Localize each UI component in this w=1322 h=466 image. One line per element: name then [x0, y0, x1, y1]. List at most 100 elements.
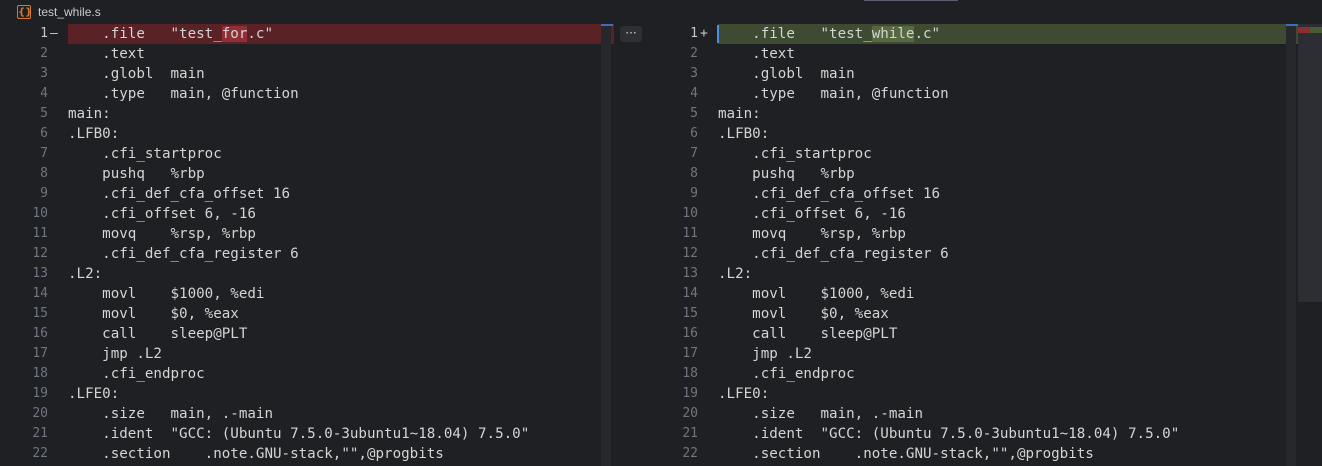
code-text[interactable]: call sleep@PLT: [68, 324, 614, 344]
code-text[interactable]: jmp .L2: [68, 344, 614, 364]
code-line[interactable]: 14 movl $1000, %edi: [0, 284, 614, 304]
file-name[interactable]: test_while.s: [38, 5, 101, 19]
code-text[interactable]: .ident "GCC: (Ubuntu 7.5.0-3ubuntu1~18.0…: [68, 424, 614, 444]
code-text[interactable]: .L2:: [68, 264, 614, 284]
code-text[interactable]: .cfi_def_cfa_offset 16: [68, 184, 614, 204]
code-text[interactable]: .size main, .-main: [718, 404, 1298, 424]
code-text[interactable]: .cfi_def_cfa_offset 16: [718, 184, 1298, 204]
code-text[interactable]: .type main, @function: [68, 84, 614, 104]
code-line[interactable]: 20 .size main, .-main: [650, 404, 1298, 424]
code-text[interactable]: movl $1000, %edi: [718, 284, 1298, 304]
code-line[interactable]: 14 movl $1000, %edi: [650, 284, 1298, 304]
overview-addition-marker: [1310, 27, 1322, 33]
code-text[interactable]: .globl main: [68, 64, 614, 84]
code-text[interactable]: .section .note.GNU-stack,"",@progbits: [718, 444, 1298, 464]
code-line[interactable]: 12 .cfi_def_cfa_register 6: [0, 244, 614, 264]
code-text[interactable]: .file "test_while.c": [718, 24, 1298, 44]
code-text[interactable]: .file "test_for.c": [68, 24, 614, 44]
code-line[interactable]: 19 .LFE0:: [650, 384, 1298, 404]
code-text[interactable]: .section .note.GNU-stack,"",@progbits: [68, 444, 614, 464]
code-line[interactable]: 3 .globl main: [650, 64, 1298, 84]
code-line[interactable]: 4 .type main, @function: [0, 84, 614, 104]
code-text[interactable]: main:: [68, 104, 614, 124]
code-line[interactable]: 7 .cfi_startproc: [0, 144, 614, 164]
code-text[interactable]: .LFB0:: [68, 124, 614, 144]
code-text[interactable]: .LFE0:: [718, 384, 1298, 404]
code-text[interactable]: .LFE0:: [68, 384, 614, 404]
code-line[interactable]: 8 pushq %rbp: [0, 164, 614, 184]
code-line[interactable]: 7 .cfi_startproc: [650, 144, 1298, 164]
code-text[interactable]: .L2:: [718, 264, 1298, 284]
code-line[interactable]: 5 main:: [650, 104, 1298, 124]
code-text[interactable]: pushq %rbp: [68, 164, 614, 184]
code-text[interactable]: .LFB0:: [718, 124, 1298, 144]
code-line[interactable]: 6 .LFB0:: [650, 124, 1298, 144]
code-line[interactable]: 3 .globl main: [0, 64, 614, 84]
code-line[interactable]: 9 .cfi_def_cfa_offset 16: [650, 184, 1298, 204]
code-line[interactable]: 5 main:: [0, 104, 614, 124]
code-line[interactable]: 11 movq %rsp, %rbp: [650, 224, 1298, 244]
code-line[interactable]: 1— .file "test_for.c": [0, 24, 614, 44]
line-number: 12: [682, 246, 698, 261]
code-line[interactable]: 13 .L2:: [650, 264, 1298, 284]
code-line[interactable]: 22 .section .note.GNU-stack,"",@progbits: [0, 444, 614, 464]
code-line[interactable]: 6 .LFB0:: [0, 124, 614, 144]
code-text[interactable]: .cfi_offset 6, -16: [718, 204, 1298, 224]
addition-marker: +: [700, 26, 708, 41]
code-text[interactable]: main:: [718, 104, 1298, 124]
code-text[interactable]: .cfi_def_cfa_register 6: [68, 244, 614, 264]
code-line[interactable]: 8 pushq %rbp: [650, 164, 1298, 184]
code-text[interactable]: .ident "GCC: (Ubuntu 7.5.0-3ubuntu1~18.0…: [718, 424, 1298, 444]
code-text[interactable]: movl $1000, %edi: [68, 284, 614, 304]
code-text[interactable]: movq %rsp, %rbp: [68, 224, 614, 244]
code-line[interactable]: 2 .text: [0, 44, 614, 64]
code-text[interactable]: .cfi_endproc: [68, 364, 614, 384]
code-line[interactable]: 17 jmp .L2: [0, 344, 614, 364]
code-line[interactable]: 13 .L2:: [0, 264, 614, 284]
more-actions-button[interactable]: ···: [620, 26, 642, 42]
code-line[interactable]: 10 .cfi_offset 6, -16: [0, 204, 614, 224]
code-line[interactable]: 18 .cfi_endproc: [0, 364, 614, 384]
original-scrollbar[interactable]: [601, 24, 613, 466]
code-line[interactable]: 9 .cfi_def_cfa_offset 16: [0, 184, 614, 204]
code-line[interactable]: 21 .ident "GCC: (Ubuntu 7.5.0-3ubuntu1~1…: [650, 424, 1298, 444]
code-line[interactable]: 20 .size main, .-main: [0, 404, 614, 424]
code-text[interactable]: call sleep@PLT: [718, 324, 1298, 344]
code-text[interactable]: .text: [718, 44, 1298, 64]
modified-scrollbar[interactable]: [1286, 24, 1298, 466]
code-line[interactable]: 10 .cfi_offset 6, -16: [650, 204, 1298, 224]
code-text[interactable]: .text: [68, 44, 614, 64]
code-line[interactable]: 12 .cfi_def_cfa_register 6: [650, 244, 1298, 264]
code-line[interactable]: 16 call sleep@PLT: [0, 324, 614, 344]
code-text[interactable]: .cfi_def_cfa_register 6: [718, 244, 1298, 264]
code-line[interactable]: 17 jmp .L2: [650, 344, 1298, 364]
diff-overview-ruler[interactable]: [1298, 24, 1322, 302]
code-text[interactable]: pushq %rbp: [718, 164, 1298, 184]
code-text[interactable]: jmp .L2: [718, 344, 1298, 364]
code-text[interactable]: .cfi_offset 6, -16: [68, 204, 614, 224]
code-line[interactable]: 2 .text: [650, 44, 1298, 64]
code-line[interactable]: 4 .type main, @function: [650, 84, 1298, 104]
code-text[interactable]: movl $0, %eax: [718, 304, 1298, 324]
line-number: 13: [32, 266, 48, 281]
code-text[interactable]: .cfi_startproc: [718, 144, 1298, 164]
code-text[interactable]: movl $0, %eax: [68, 304, 614, 324]
code-line[interactable]: 22 .section .note.GNU-stack,"",@progbits: [650, 444, 1298, 464]
modified-pane[interactable]: 1 + .file "test_while.c" 2 .text 3 .globl m…: [650, 24, 1298, 466]
code-line[interactable]: 18 .cfi_endproc: [650, 364, 1298, 384]
code-text[interactable]: .cfi_endproc: [718, 364, 1298, 384]
code-line[interactable]: 19 .LFE0:: [0, 384, 614, 404]
code-line[interactable]: 16 call sleep@PLT: [650, 324, 1298, 344]
code-text[interactable]: .type main, @function: [718, 84, 1298, 104]
code-text[interactable]: .size main, .-main: [68, 404, 614, 424]
code-line[interactable]: 21 .ident "GCC: (Ubuntu 7.5.0-3ubuntu1~1…: [0, 424, 614, 444]
code-line[interactable]: 1 + .file "test_while.c": [650, 24, 1298, 44]
code-line[interactable]: 15 movl $0, %eax: [650, 304, 1298, 324]
line-number: 17: [682, 346, 698, 361]
code-line[interactable]: 11 movq %rsp, %rbp: [0, 224, 614, 244]
code-text[interactable]: .cfi_startproc: [68, 144, 614, 164]
code-text[interactable]: .globl main: [718, 64, 1298, 84]
original-pane[interactable]: 1— .file "test_for.c" 2 .text 3 .globl mai…: [0, 24, 614, 466]
code-line[interactable]: 15 movl $0, %eax: [0, 304, 614, 324]
code-text[interactable]: movq %rsp, %rbp: [718, 224, 1298, 244]
